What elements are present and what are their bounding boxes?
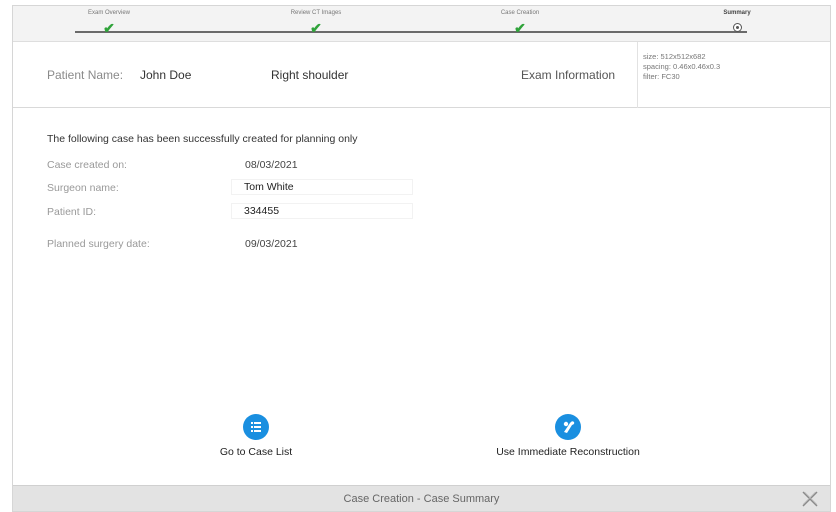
step-label: Review CT Images [290, 10, 342, 16]
step-label: Case Creation [500, 10, 540, 16]
patient-name-label: Patient Name: [47, 68, 124, 82]
planned-surgery-date-label: Planned surgery date: [47, 238, 150, 250]
step-label: Summary [723, 10, 751, 16]
exam-spacing: spacing: 0.46x0.46x0.3 [643, 62, 721, 71]
step-exam-overview[interactable]: Exam Overview ✔ [49, 9, 169, 35]
planned-surgery-date-value: 09/03/2021 [245, 238, 298, 250]
exam-filter: filter: FC30 [643, 72, 680, 81]
current-step-dot-icon [732, 23, 742, 32]
checkmark-icon: ✔ [310, 20, 322, 36]
step-summary[interactable]: Summary [677, 9, 797, 32]
shoulder-implant-icon [555, 414, 581, 440]
close-icon[interactable] [800, 489, 820, 509]
exam-metadata: size: 512x512x682 spacing: 0.46x0.46x0.3… [643, 52, 720, 82]
patient-id-label: Patient ID: [47, 206, 97, 218]
app-window: Exam Overview ✔ Review CT Images ✔ Case … [12, 5, 831, 512]
case-created-value: 08/03/2021 [245, 159, 298, 171]
checkmark-icon: ✔ [514, 20, 526, 36]
success-message: The following case has been successfully… [47, 133, 358, 145]
screen-title: Case Creation - Case Summary [343, 493, 500, 505]
step-label: Exam Overview [87, 10, 130, 16]
case-created-label: Case created on: [47, 159, 127, 171]
divider [637, 42, 638, 108]
patient-info-bar: Patient Name: John Doe Right shoulder Ex… [13, 42, 830, 108]
patient-id-field[interactable] [231, 203, 413, 219]
list-icon [243, 414, 269, 440]
use-immediate-reconstruction-label: Use Immediate Reconstruction [496, 446, 640, 458]
progress-stepper: Exam Overview ✔ Review CT Images ✔ Case … [13, 6, 830, 42]
exam-information-label: Exam Information [521, 68, 616, 82]
step-case-creation[interactable]: Case Creation ✔ [460, 9, 580, 35]
step-review-ct-images[interactable]: Review CT Images ✔ [256, 9, 376, 35]
go-to-case-list-button[interactable]: Go to Case List [181, 414, 331, 458]
footer-bar: Case Creation - Case Summary [13, 485, 830, 511]
exam-size: size: 512x512x682 [643, 52, 706, 61]
anatomy-region: Right shoulder [271, 68, 349, 82]
go-to-case-list-label: Go to Case List [219, 446, 293, 458]
checkmark-icon: ✔ [103, 20, 115, 36]
patient-name-value: John Doe [140, 68, 192, 82]
stepper-line [75, 31, 747, 33]
surgeon-name-field[interactable] [231, 179, 413, 195]
surgeon-name-label: Surgeon name: [47, 182, 119, 194]
use-immediate-reconstruction-button[interactable]: Use Immediate Reconstruction [468, 414, 668, 458]
